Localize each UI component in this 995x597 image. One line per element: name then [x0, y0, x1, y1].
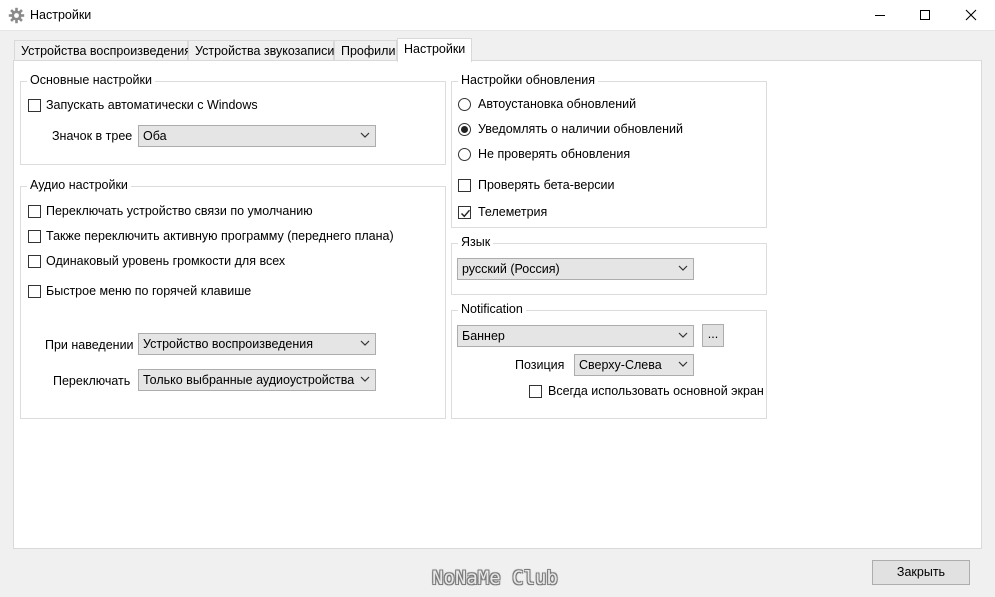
switch-foreground-app-label: Также переключить активную программу (пе… — [46, 229, 394, 243]
telemetry-label: Телеметрия — [478, 205, 548, 219]
notification-more-button[interactable]: ... — [702, 324, 724, 347]
close-button-label: Закрыть — [896, 565, 946, 579]
settings-panel: Основные настройки Запускать автоматичес… — [13, 60, 982, 549]
tray-label: Значок в трее — [52, 129, 133, 143]
tab-label: Устройства воспроизведения — [21, 44, 192, 58]
tab-label: Устройства звукозаписи — [195, 44, 335, 58]
telemetry-checkbox[interactable] — [458, 206, 471, 219]
group-title: Язык — [458, 235, 494, 249]
language-group: Язык русский (Россия) — [451, 235, 767, 295]
same-volume-label: Одинаковый уровень громкости для всех — [46, 254, 286, 268]
hotkey-menu-checkbox[interactable] — [28, 285, 41, 298]
language-select[interactable]: русский (Россия) — [457, 258, 694, 280]
autostart-checkbox[interactable] — [28, 99, 41, 112]
close-icon — [965, 9, 977, 21]
no-check-radio[interactable] — [458, 148, 471, 161]
tab-label: Профили — [341, 44, 396, 58]
group-title: Аудио настройки — [27, 178, 131, 192]
notify-updates-label: Уведомлять о наличии обновлений — [478, 122, 683, 136]
gear-icon — [8, 7, 25, 24]
beta-label: Проверять бета-версии — [478, 178, 615, 192]
main-screen-label: Всегда использовать основной экран — [548, 384, 764, 398]
hover-action-select[interactable]: Устройство воспроизведения — [138, 333, 376, 355]
chevron-down-icon — [678, 361, 688, 367]
group-title: Настройки обновления — [458, 73, 598, 87]
tab-recording-devices[interactable]: Устройства звукозаписи — [188, 40, 334, 62]
auto-install-label: Автоустановка обновлений — [478, 97, 637, 111]
tab-playback-devices[interactable]: Устройства воспроизведения — [14, 40, 192, 62]
audio-settings-group: Аудио настройки Переключать устройство с… — [20, 178, 446, 419]
update-settings-group: Настройки обновления Автоустановка обнов… — [451, 73, 767, 228]
beta-checkbox[interactable] — [458, 179, 471, 192]
minimize-button[interactable] — [857, 0, 903, 30]
same-volume-checkbox[interactable] — [28, 255, 41, 268]
notification-group: Notification Баннер ... Позиция Сверху-С… — [451, 302, 767, 419]
tray-icon-value: Оба — [143, 129, 167, 143]
minimize-icon — [875, 15, 885, 16]
basic-settings-group: Основные настройки Запускать автоматичес… — [20, 73, 446, 165]
title-bar: Настройки — [0, 0, 995, 31]
tab-settings[interactable]: Настройки — [397, 38, 472, 62]
close-window-button[interactable] — [948, 0, 994, 30]
chevron-down-icon — [360, 376, 370, 382]
close-button[interactable]: Закрыть — [872, 560, 970, 585]
switch-label: Переключать — [53, 374, 131, 388]
autostart-label: Запускать автоматически с Windows — [46, 98, 258, 112]
maximize-icon — [920, 10, 930, 20]
auto-install-radio[interactable] — [458, 98, 471, 111]
switch-foreground-app-checkbox[interactable] — [28, 230, 41, 243]
hotkey-menu-label: Быстрое меню по горячей клавише — [46, 284, 252, 298]
maximize-button[interactable] — [902, 0, 948, 30]
switch-comm-device-checkbox[interactable] — [28, 205, 41, 218]
position-label: Позиция — [515, 358, 565, 372]
window-title: Настройки — [30, 8, 92, 22]
chevron-down-icon — [360, 132, 370, 138]
tray-icon-select[interactable]: Оба — [138, 125, 376, 147]
switch-mode-value: Только выбранные аудиоустройства — [143, 373, 355, 387]
hover-label: При наведении — [45, 338, 134, 352]
notification-type-select[interactable]: Баннер — [457, 325, 694, 347]
hover-action-value: Устройство воспроизведения — [143, 337, 314, 351]
tab-profiles[interactable]: Профили — [334, 40, 397, 62]
group-title: Notification — [458, 302, 526, 316]
group-title: Основные настройки — [27, 73, 155, 87]
more-label: ... — [707, 327, 719, 341]
language-value: русский (Россия) — [462, 262, 560, 276]
chevron-down-icon — [678, 265, 688, 271]
main-screen-checkbox[interactable] — [529, 385, 542, 398]
position-select[interactable]: Сверху-Слева — [574, 354, 694, 376]
notification-type-value: Баннер — [462, 329, 505, 343]
switch-mode-select[interactable]: Только выбранные аудиоустройства — [138, 369, 376, 391]
tab-label: Настройки — [404, 42, 466, 56]
chevron-down-icon — [678, 332, 688, 338]
watermark-logo: NoNaMe Club — [432, 567, 558, 589]
checkmark-icon — [461, 209, 471, 218]
switch-comm-device-label: Переключать устройство связи по умолчани… — [46, 204, 313, 218]
chevron-down-icon — [360, 340, 370, 346]
position-value: Сверху-Слева — [579, 358, 662, 372]
notify-updates-radio[interactable] — [458, 123, 471, 136]
no-check-label: Не проверять обновления — [478, 147, 631, 161]
